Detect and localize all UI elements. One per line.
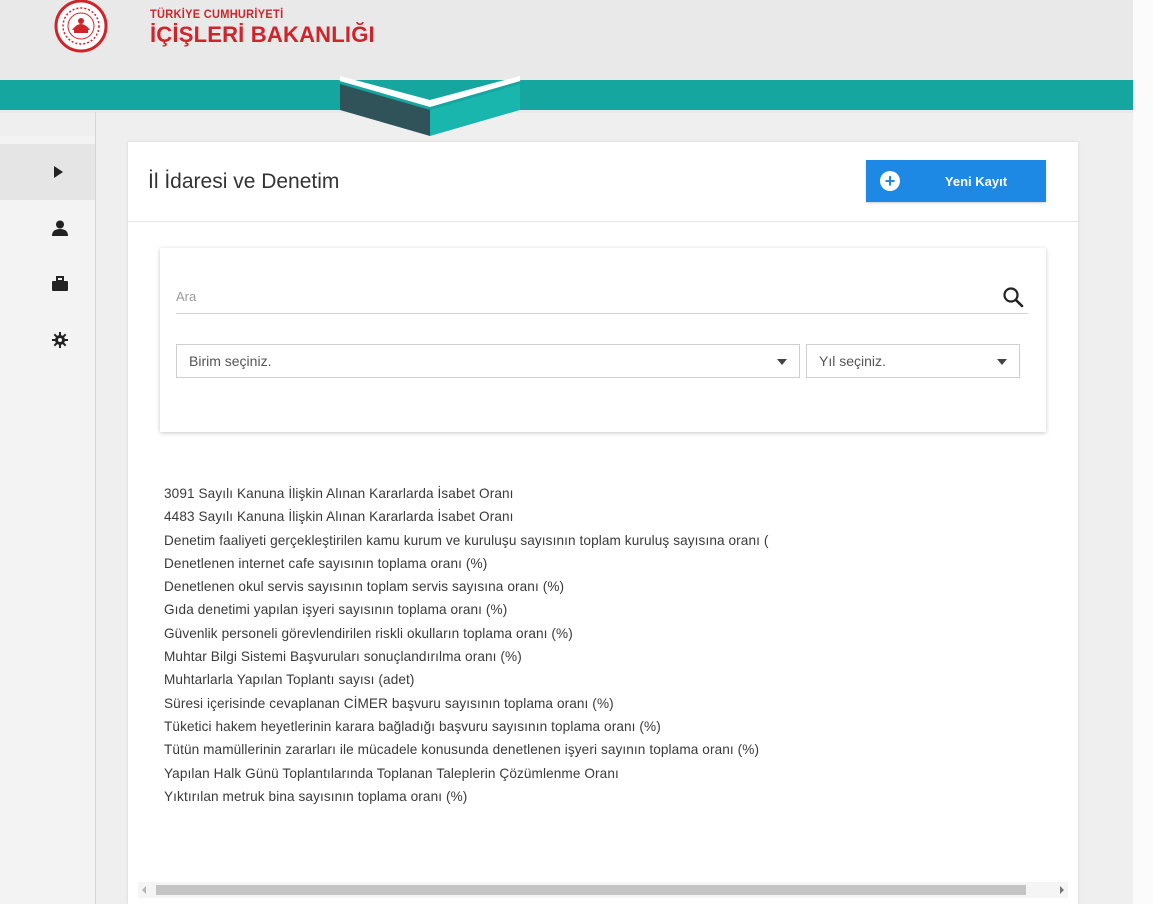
scroll-right-icon[interactable] [1060,886,1064,894]
filter-panel: Birim seçiniz. Yıl seçiniz. [160,248,1046,432]
year-select-value: Yıl seçiniz. [819,353,886,369]
page-right-gutter [1133,0,1153,904]
page-title: İl İdaresi ve Denetim [148,170,340,193]
header-band [0,76,1133,136]
new-record-label: Yeni Kayıt [944,173,1008,189]
sidebar [0,136,96,904]
scroll-left-icon[interactable] [142,886,146,894]
list-item[interactable]: Muhtarlarla Yapılan Toplantı sayısı (ade… [164,668,1078,691]
card-header: İl İdaresi ve Denetim + Yeni Kayıt [128,142,1078,222]
sidebar-divider [95,112,96,904]
sidebar-item-profile[interactable] [0,200,96,256]
play-icon [54,166,63,178]
sidebar-item-settings[interactable] [0,312,96,368]
plus-circle-icon: + [880,171,900,191]
brand: TÜRKİYE CUMHURİYETİ İÇİŞLERİ BAKANLIĞI [150,8,375,48]
list-item[interactable]: Yıktırılan metruk bina sayısının toplama… [164,785,1078,808]
list-item[interactable]: Tütün mamüllerinin zararları ile mücadel… [164,738,1078,761]
chevron-down-icon [777,359,787,365]
unit-select[interactable]: Birim seçiniz. [176,344,800,378]
scrollbar-thumb[interactable] [156,885,1026,895]
list-item[interactable]: Denetlenen okul servis sayısının toplam … [164,575,1078,598]
main-card: İl İdaresi ve Denetim + Yeni Kayıt Birim… [128,142,1078,904]
list-item[interactable]: Güvenlik personeli görevlendirilen riskl… [164,622,1078,645]
year-select[interactable]: Yıl seçiniz. [806,344,1020,378]
list-item[interactable]: Gıda denetimi yapılan işyeri sayısının t… [164,598,1078,621]
new-record-button[interactable]: + Yeni Kayıt [866,160,1046,202]
user-icon [52,220,68,236]
gear-icon [52,332,68,348]
list-item[interactable]: Muhtar Bilgi Sistemi Başvuruları sonuçla… [164,645,1078,668]
list-item[interactable]: Süresi içerisinde cevaplanan CİMER başvu… [164,692,1078,715]
sidebar-item-expand[interactable] [0,144,96,200]
list-item[interactable]: Tüketici hakem heyetlerinin karara bağla… [164,715,1078,738]
ministry-seal-logo [54,0,108,53]
list-item[interactable]: Yapılan Halk Günü Toplantılarında Toplan… [164,762,1078,785]
list-item[interactable]: Denetlenen internet cafe sayısının topla… [164,552,1078,575]
app-header: TÜRKİYE CUMHURİYETİ İÇİŞLERİ BAKANLIĞI [0,0,1133,80]
search-icon[interactable] [1002,286,1024,308]
unit-select-value: Birim seçiniz. [189,353,272,369]
horizontal-scrollbar[interactable] [138,882,1068,898]
sidebar-item-briefcase[interactable] [0,256,96,312]
list-item[interactable]: 3091 Sayılı Kanuna İlişkin Alınan Kararl… [164,482,1078,505]
chevron-down-icon [997,359,1007,365]
brand-title: İÇİŞLERİ BAKANLIĞI [150,22,375,47]
list-item[interactable]: Denetim faaliyeti gerçekleştirilen kamu … [164,529,1078,552]
briefcase-icon [52,276,68,291]
brand-subtitle: TÜRKİYE CUMHURİYETİ [150,8,284,22]
indicator-list: 3091 Sayılı Kanuna İlişkin Alınan Kararl… [164,482,1078,882]
search-input[interactable] [176,280,1028,314]
list-item[interactable]: 4483 Sayılı Kanuna İlişkin Alınan Kararl… [164,505,1078,528]
